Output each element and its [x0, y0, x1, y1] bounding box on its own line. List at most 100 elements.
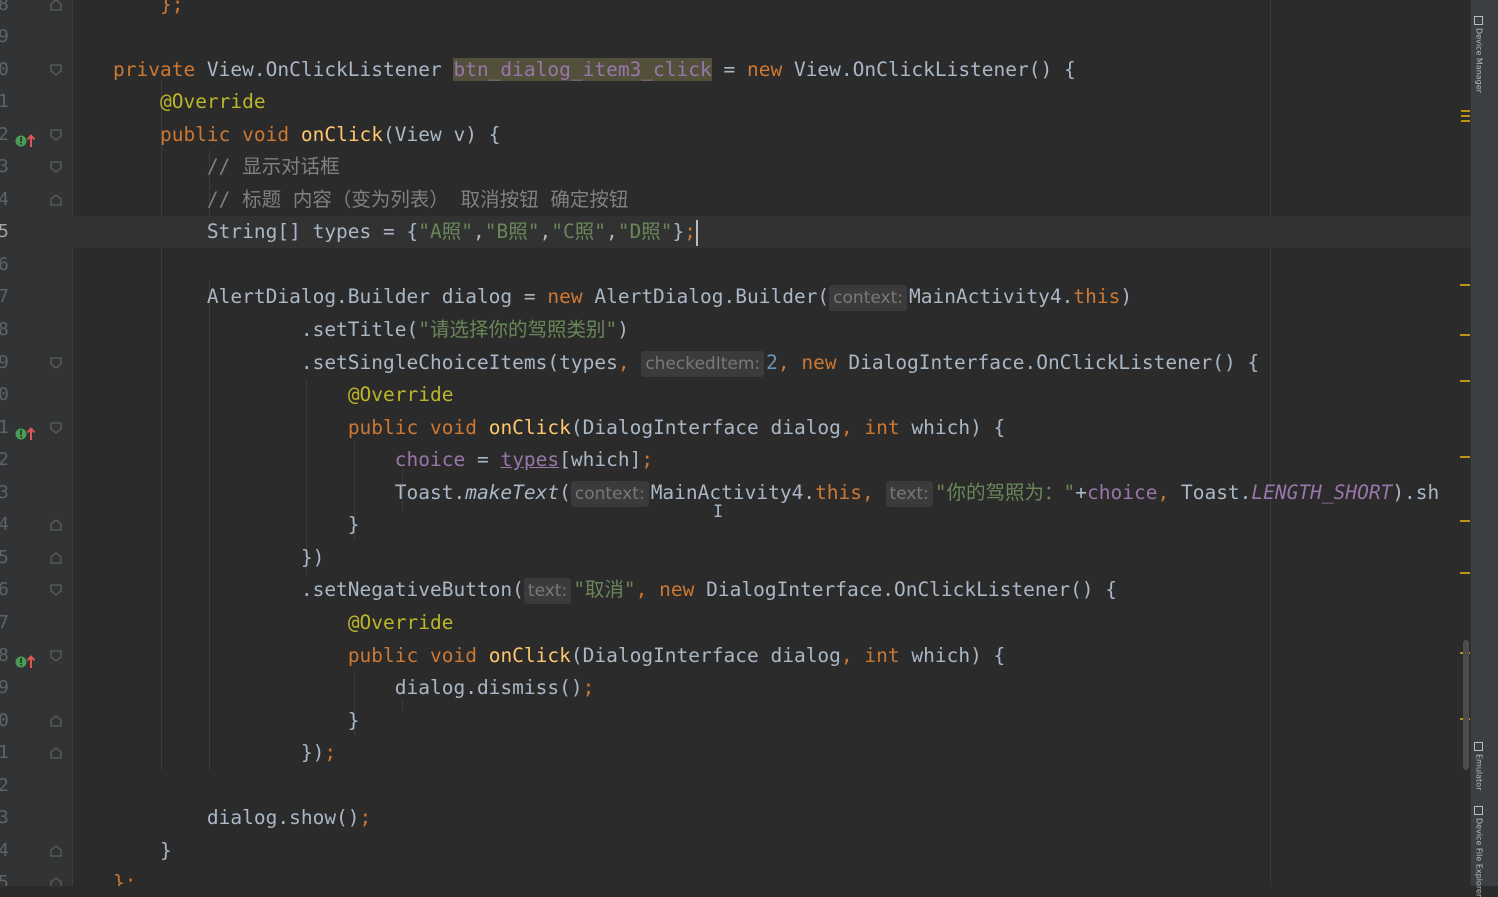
code-line[interactable]: 3 Toast.makeText(context: MainActivity4.t… — [0, 477, 1470, 509]
code-token: onClick — [488, 415, 571, 439]
code-line[interactable]: 7 AlertDialog.Builder dialog = new Alert… — [0, 281, 1470, 313]
code-token: private — [113, 57, 207, 81]
fold-collapse-icon[interactable] — [49, 356, 63, 370]
code-line[interactable]: 4 // 标题 内容（变为列表） 取消按钮 确定按钮 — [0, 184, 1470, 216]
code-token: , — [539, 220, 552, 244]
code-token: [which] — [559, 448, 642, 472]
line-number: 2 — [0, 123, 9, 145]
code-text: choice = types[which]; — [113, 444, 653, 476]
code-line[interactable]: 3 // 显示对话框 — [0, 151, 1470, 183]
code-line[interactable]: 7 @Override — [0, 607, 1470, 639]
override-method-icon[interactable] — [15, 127, 37, 147]
code-token: AlertDialog.Builder dialog = — [113, 285, 548, 309]
code-token: ; — [684, 220, 696, 244]
line-number: 3 — [0, 481, 9, 503]
code-text: } — [113, 705, 360, 737]
code-line[interactable]: 0 private View.OnClickListener btn_dialog… — [0, 54, 1470, 86]
code-token: , — [472, 220, 485, 244]
code-line[interactable]: 2 — [0, 770, 1470, 802]
code-token: makeText — [465, 480, 560, 504]
warning-stripe-mark[interactable] — [1460, 572, 1470, 574]
vertical-scrollbar[interactable] — [1463, 640, 1469, 770]
fold-collapse-icon[interactable] — [49, 583, 63, 597]
code-text: private View.OnClickListener btn_dialog_… — [113, 54, 1076, 86]
warning-stripe-mark[interactable] — [1460, 456, 1470, 458]
fold-end-icon[interactable] — [49, 844, 63, 858]
code-line[interactable]: 0 } — [0, 705, 1470, 737]
code-editor[interactable]: 8 }; 9 0 private View.OnClickListener btn_d… — [0, 0, 1470, 886]
code-text: @Override — [113, 86, 266, 118]
tab-device-file-explorer[interactable]: Device File Explorer — [1474, 806, 1484, 897]
code-line[interactable]: 2 choice = types[which]; — [0, 444, 1470, 476]
warning-stripe-mark[interactable] — [1460, 284, 1470, 286]
code-token: // 标题 内容（变为列表） 取消按钮 确定按钮 — [206, 187, 629, 211]
warning-stripe-mark[interactable] — [1460, 334, 1470, 336]
code-line[interactable]: 4 } — [0, 509, 1470, 541]
override-method-icon[interactable] — [15, 648, 37, 668]
fold-end-icon[interactable] — [49, 551, 63, 565]
parameter-hint: text: — [885, 480, 933, 507]
code-token: "你的驾照为：" — [934, 480, 1076, 504]
code-token: AlertDialog.Builder( — [594, 285, 830, 309]
code-line[interactable]: 2 public void onClick(View v) { — [0, 119, 1470, 151]
fold-end-icon[interactable] — [49, 714, 63, 728]
fold-end-icon[interactable] — [49, 746, 63, 760]
warning-stripe-mark[interactable] — [1460, 520, 1470, 522]
code-token: // 显示对话框 — [206, 155, 340, 179]
fold-collapse-icon[interactable] — [49, 649, 63, 663]
code-token: + — [1075, 480, 1088, 504]
warning-stripe-mark[interactable] — [1460, 380, 1470, 382]
fold-end-icon[interactable] — [49, 518, 63, 532]
code-line[interactable]: 5}; — [0, 867, 1470, 886]
tab-device-manager-label: Device Manager — [1474, 28, 1484, 93]
fold-collapse-icon[interactable] — [49, 63, 63, 77]
line-number: 1 — [0, 91, 9, 113]
fold-collapse-icon[interactable] — [49, 160, 63, 174]
code-line[interactable]: 8 }; — [0, 0, 1470, 21]
code-token: , — [1157, 480, 1181, 504]
code-line[interactable]: 8 .setTitle("请选择你的驾照类别") — [0, 314, 1470, 346]
code-line[interactable]: 9 dialog.dismiss(); — [0, 672, 1470, 704]
code-token: which) { — [911, 643, 1006, 667]
code-token: MainActivity4. — [650, 480, 816, 504]
code-token: 2 — [766, 350, 778, 374]
line-number: 6 — [0, 579, 9, 601]
code-line[interactable]: 9 .setSingleChoiceItems(types, checkedIt… — [0, 347, 1470, 379]
tab-device-manager[interactable]: Device Manager — [1474, 16, 1484, 93]
emulator-icon — [1474, 742, 1483, 751]
code-text: dialog.show(); — [113, 802, 371, 834]
code-token: this — [1073, 285, 1121, 309]
code-line[interactable]: 1 public void onClick(DialogInterface di… — [0, 412, 1470, 444]
code-token: "取消" — [573, 578, 636, 602]
code-token: new — [659, 578, 707, 602]
code-line[interactable]: 9 — [0, 21, 1470, 53]
line-number: 3 — [0, 807, 9, 829]
fold-end-icon[interactable] — [49, 193, 63, 207]
code-token: View.OnClickListener() { — [793, 57, 1076, 81]
code-line[interactable]: 6 .setNegativeButton(text: "取消", new Dial… — [0, 574, 1470, 606]
code-line[interactable]: 8 public void onClick(DialogInterface di… — [0, 640, 1470, 672]
code-line[interactable]: 0 @Override — [0, 379, 1470, 411]
code-token: , — [605, 220, 618, 244]
code-line[interactable]: 4 } — [0, 835, 1470, 867]
fold-end-icon[interactable] — [49, 0, 63, 12]
hamburger-icon[interactable] — [1461, 108, 1470, 124]
code-line[interactable]: 6 — [0, 249, 1470, 281]
code-line[interactable]: 5 }) — [0, 542, 1470, 574]
code-token: public void — [159, 122, 301, 146]
override-method-icon[interactable] — [15, 420, 37, 440]
code-line[interactable]: 1 }); — [0, 737, 1470, 769]
device-file-explorer-icon — [1474, 806, 1483, 815]
code-text: String[] types = {"A照","B照","C照","D照"}; — [113, 216, 698, 248]
fold-end-icon[interactable] — [49, 876, 63, 886]
code-line[interactable]: 3 dialog.show(); — [0, 802, 1470, 834]
code-line[interactable]: 1 @Override — [0, 86, 1470, 118]
fold-collapse-icon[interactable] — [49, 128, 63, 142]
fold-collapse-icon[interactable] — [49, 421, 63, 435]
tab-emulator[interactable]: Emulator — [1474, 742, 1484, 790]
code-line[interactable]: 5 String[] types = {"A照","B照","C照","D照"}… — [0, 216, 1470, 249]
code-text: .setSingleChoiceItems(types, checkedItem… — [113, 347, 1259, 379]
code-token: .setSingleChoiceItems(types — [113, 350, 618, 374]
line-number: 2 — [0, 449, 9, 471]
code-token: , — [617, 350, 642, 374]
